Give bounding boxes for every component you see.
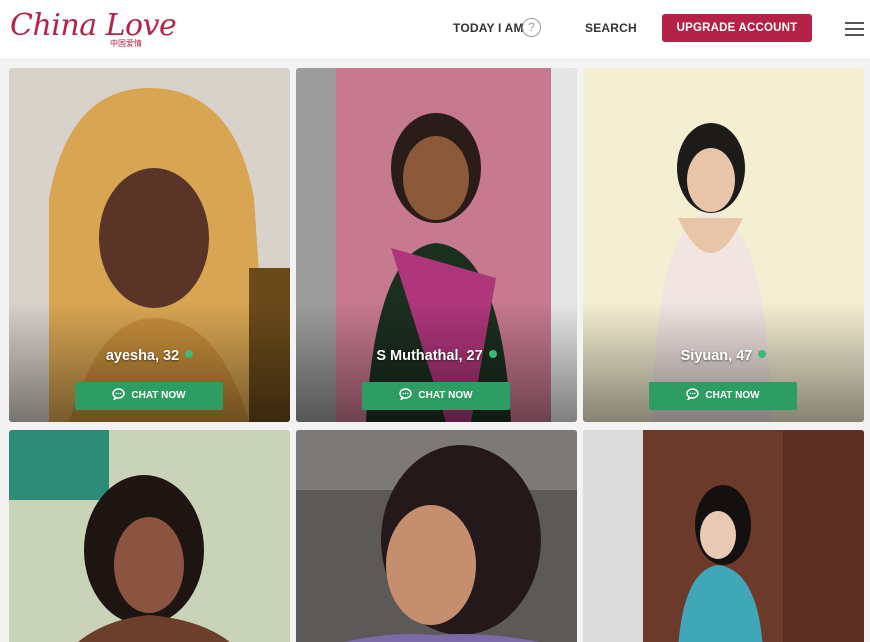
profile-photo [296, 430, 577, 642]
profile-name-row: ayesha, 32 [9, 348, 290, 364]
profile-card[interactable] [9, 430, 290, 642]
profile-name: ayesha, 32 [105, 348, 180, 364]
profile-name: Siyuan, 47 [680, 348, 753, 364]
profile-name: S Muthathal, 27 [376, 348, 483, 364]
chat-now-label: CHAT NOW [131, 390, 186, 401]
chat-bubble-icon [686, 388, 700, 400]
top-header: China Love 中国爱情 TODAY I AM ? SEARCH UPGR… [0, 0, 870, 60]
today-i-am-link[interactable]: TODAY I AM [453, 21, 524, 35]
profile-photo [583, 430, 864, 642]
chat-now-button[interactable]: CHAT NOW [75, 382, 223, 410]
online-status-dot [185, 350, 194, 358]
profile-name-row: S Muthathal, 27 [296, 348, 577, 364]
help-circle-icon[interactable]: ? [522, 18, 541, 37]
profile-card[interactable]: Siyuan, 47 CHAT NOW [583, 68, 864, 422]
online-status-dot [758, 350, 767, 358]
profile-card[interactable] [296, 430, 577, 642]
profile-card[interactable] [583, 430, 864, 642]
logo-text: China Love [10, 8, 177, 43]
profile-name-row: Siyuan, 47 [583, 348, 864, 364]
chat-now-label: CHAT NOW [705, 390, 760, 401]
hamburger-menu-icon[interactable] [845, 22, 864, 36]
logo[interactable]: China Love 中国爱情 [10, 6, 177, 50]
chat-now-button[interactable]: CHAT NOW [649, 382, 797, 410]
search-link[interactable]: SEARCH [585, 21, 637, 35]
chat-bubble-icon [112, 388, 126, 400]
upgrade-account-button[interactable]: UPGRADE ACCOUNT [662, 14, 812, 42]
profile-card[interactable]: ayesha, 32 CHAT NOW [9, 68, 290, 422]
profile-card[interactable]: S Muthathal, 27 CHAT NOW [296, 68, 577, 422]
chat-now-label: CHAT NOW [418, 390, 473, 401]
online-status-dot [488, 350, 497, 358]
chat-bubble-icon [399, 388, 413, 400]
profile-photo [9, 430, 290, 642]
logo-subtext: 中国爱情 [110, 39, 142, 48]
chat-now-button[interactable]: CHAT NOW [362, 382, 510, 410]
